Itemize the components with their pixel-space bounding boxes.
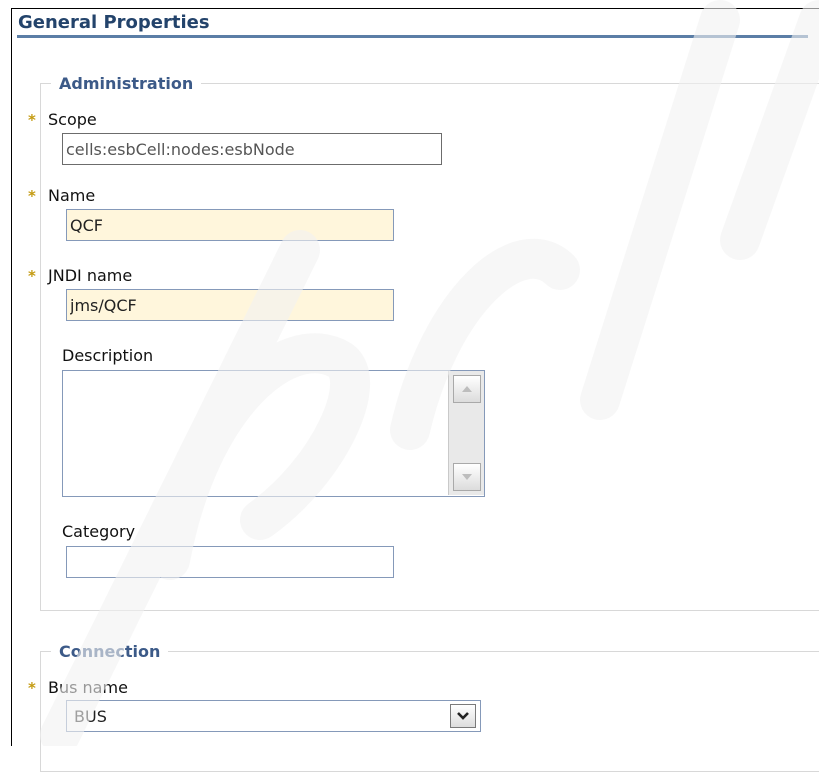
triangle-up-icon <box>462 386 472 392</box>
dropdown-button[interactable] <box>450 704 476 728</box>
name-input[interactable] <box>66 209 394 241</box>
bus-name-selected-value: BUS <box>74 707 107 726</box>
page-title: General Properties <box>18 12 210 33</box>
scroll-down-button[interactable] <box>453 463 481 491</box>
required-marker: * <box>28 679 36 697</box>
required-marker: * <box>28 267 36 285</box>
description-scrollbar[interactable] <box>448 371 484 495</box>
required-marker: * <box>28 111 36 129</box>
connection-legend: Connection <box>59 642 161 661</box>
administration-legend: Administration <box>59 74 194 93</box>
category-input[interactable] <box>66 546 394 578</box>
category-label: Category <box>62 522 136 541</box>
bus-name-label: Bus name <box>48 678 128 697</box>
name-label: Name <box>48 186 96 205</box>
title-divider <box>17 35 808 38</box>
scroll-up-button[interactable] <box>453 375 481 403</box>
description-textarea[interactable] <box>63 371 446 495</box>
description-label: Description <box>62 346 154 365</box>
required-marker: * <box>28 187 36 205</box>
chevron-down-icon <box>457 712 469 720</box>
triangle-down-icon <box>462 474 472 480</box>
scope-label: Scope <box>48 110 97 129</box>
bus-name-select[interactable]: BUS <box>66 700 481 732</box>
jndi-name-input[interactable] <box>66 289 394 321</box>
jndi-name-label: JNDI name <box>48 266 133 285</box>
scope-field <box>62 133 442 165</box>
description-textarea-box <box>62 370 485 497</box>
